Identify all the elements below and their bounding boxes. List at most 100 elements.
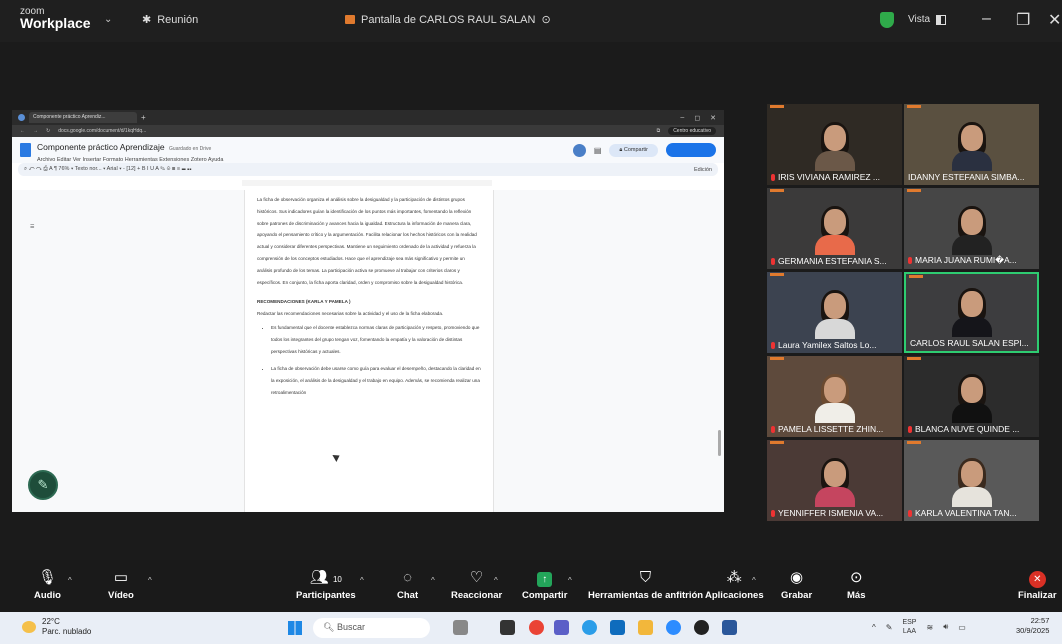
participant-tile-active-speaker[interactable]: CARLOS RAUL SALAN ESPI... [904,272,1039,353]
participant-tile[interactable]: YENNIFFER ISMENIA VA... [767,440,902,521]
chrome-icon[interactable] [529,620,544,635]
docs-icon[interactable] [20,143,31,157]
language-indicator[interactable]: ESP LAA [902,618,916,636]
chevron-up-icon[interactable]: ^ [872,623,876,632]
browser-tab[interactable]: Componente práctico Aprendiz... [29,112,137,123]
participant-tile[interactable]: IDANNY ESTEFANIA SIMBA... [904,104,1039,185]
meeting-menu[interactable]: ✱ Reunión [142,13,199,27]
folder-icon[interactable] [638,620,653,635]
meeting-controls: 🎙︎ Audio ^ ▭ Vídeo ^ 👥︎ 10 Participantes ^ … [0,560,1062,610]
forward-icon[interactable]: → [33,128,38,134]
gear-icon: ✱ [142,14,152,26]
participants-button[interactable]: 👥︎ 10 Participantes [296,568,356,601]
docs-share-button[interactable]: 🔒︎ Compartir [609,143,658,157]
chevron-up-icon[interactable]: ^ [568,576,572,585]
shield-icon[interactable] [880,12,894,28]
profile-button[interactable]: Centro educativo [668,127,716,135]
edge-icon[interactable] [582,620,597,635]
share-button[interactable]: ↑ Compartir [522,568,567,601]
view-icon[interactable] [936,15,946,25]
participant-tile[interactable]: KARLA VALENTINA TAN... [904,440,1039,521]
end-meeting-button[interactable]: ✕ Finalizar [1018,568,1057,601]
minimize-icon[interactable]: – [982,10,991,28]
zoom-app-icon[interactable] [666,620,681,635]
status-badge [770,105,784,108]
video-button[interactable]: ▭ Vídeo [108,568,134,601]
participant-tile[interactable]: Laura Yamilex Saltos Lo... [767,272,902,353]
reload-icon[interactable]: ↻ [46,128,50,134]
minimize-icon[interactable]: – [680,114,684,122]
meeting-label: Reunión [157,13,199,26]
url-field[interactable]: docs.google.com/document/d/1kqHdq... [58,128,648,134]
battery-icon[interactable]: ▭ [958,623,966,632]
task-view-icon[interactable] [500,620,515,635]
participant-name: PAMELA LISSETTE ZHIN... [778,424,884,434]
more-button[interactable]: ⊙ Más [847,568,865,601]
browser-tab-bar: Componente práctico Aprendiz... + – ◻ ✕ [12,110,724,125]
participant-grid: IRIS VIVIANA RAMIREZ ... IDANNY ESTEFANI… [767,104,1040,521]
status-badge [907,189,921,192]
muted-mic-icon [771,509,775,517]
participant-tile[interactable]: GERMANIA ESTEFANIA S... [767,188,902,269]
doc-page[interactable]: La ficha de observación organiza el anál… [244,190,494,512]
weather-widget[interactable]: 22°C Parc. nublado [22,617,91,637]
windows-start-icon[interactable] [288,621,302,635]
view-button[interactable]: Vista [908,14,930,25]
extensions-icon[interactable]: ⧉ [657,128,661,134]
participant-tile[interactable]: IRIS VIVIANA RAMIREZ ... [767,104,902,185]
avatar[interactable] [572,143,586,157]
pen-icon[interactable]: ✎ [886,623,893,632]
restore-icon[interactable]: ◻ [694,114,700,122]
chevron-up-icon[interactable]: ^ [68,576,72,585]
docs-menu-bar[interactable]: Archivo Editar Ver Insertar Formato Herr… [37,157,223,163]
volume-icon[interactable]: 🔊︎ [943,622,948,632]
word-icon[interactable] [722,620,737,635]
scrollbar[interactable] [718,430,721,456]
participant-video [951,374,992,423]
chevron-down-icon[interactable]: ⌄ [104,14,112,25]
docs-title-block: Componente práctico Aprendizaje Guardado… [37,137,223,163]
participant-name: IDANNY ESTEFANIA SIMBA... [908,172,1025,182]
participant-video [814,122,855,171]
docs-blue-button[interactable] [666,143,716,157]
editing-mode[interactable]: Edición [694,167,712,173]
host-tools-button[interactable]: ⛉ Herramientas de anfitrión [588,568,703,601]
comments-icon[interactable]: ▤ [594,146,602,155]
back-icon[interactable]: ← [20,128,25,134]
taskbar-search[interactable]: 🔍︎ Buscar [313,618,430,638]
obs-icon[interactable] [694,620,709,635]
more-icon[interactable]: ⊙ [541,13,550,26]
chevron-up-icon[interactable]: ^ [360,576,364,585]
teams-icon[interactable] [554,620,569,635]
participant-tile[interactable]: PAMELA LISSETTE ZHIN... [767,356,902,437]
zoom-title-bar: zoom Workplace ⌄ ✱ Reunión Pantalla de C… [0,0,1062,42]
participant-name: CARLOS RAUL SALAN ESPI... [910,338,1029,348]
store-icon[interactable] [610,620,625,635]
docs-toolbar-controls[interactable]: ⌕ ↶ ↷ ⎙ A ¶ 76% ▾ Texto nor... ▾ Arial ▾… [24,166,191,173]
restore-icon[interactable]: ❐ [1016,10,1030,30]
wifi-icon[interactable]: ≋ [926,623,933,632]
chevron-up-icon[interactable]: ^ [752,576,756,585]
participant-tile[interactable]: MARIA JUANA RUMI�A... [904,188,1039,269]
edit-pencil-icon[interactable]: ✎ [28,470,58,500]
doc-title[interactable]: Componente práctico Aprendizaje [37,142,165,152]
chevron-up-icon[interactable]: ^ [494,576,498,585]
language-region: LAA [902,628,917,635]
chevron-up-icon[interactable]: ^ [431,576,435,585]
more-label: Más [847,590,866,601]
clock[interactable]: 22:57 30/9/2025 [1016,616,1049,636]
widget-app-icon[interactable] [453,620,468,635]
close-icon[interactable]: ✕ [710,114,716,122]
share-indicator[interactable]: Pantalla de CARLOS RAUL SALAN ⊙ [345,13,551,26]
share-label: Compartir [522,590,568,601]
close-icon[interactable]: ✕ [1048,10,1061,30]
outline-icon[interactable]: ☰ [30,224,34,230]
record-button[interactable]: ◉ Grabar [781,568,812,601]
participant-video [951,206,992,255]
participant-tile[interactable]: BLANCA NUVE QUINDE ... [904,356,1039,437]
new-tab-icon[interactable]: + [141,113,146,122]
doc-bullet-list: Es fundamental que el docente establezca… [271,322,481,399]
audio-button[interactable]: 🎙︎ Audio [34,568,61,601]
chat-button[interactable]: ◌ Chat [397,568,418,601]
chevron-up-icon[interactable]: ^ [148,576,152,585]
